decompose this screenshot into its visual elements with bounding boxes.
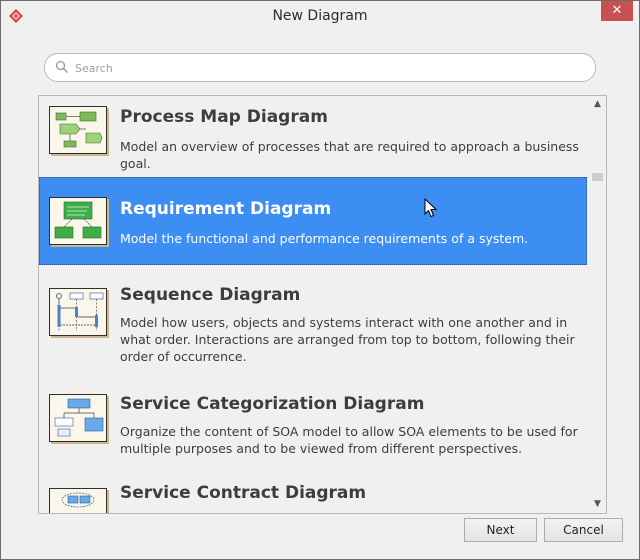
window-title: New Diagram	[272, 8, 368, 24]
process-map-diagram-icon	[49, 106, 107, 154]
item-description: Model how users, objects and systems int…	[120, 315, 575, 364]
service-contract-diagram-icon	[49, 488, 107, 513]
item-title: Requirement Diagram	[120, 199, 332, 219]
item-title: Process Map Diagram	[120, 107, 328, 127]
list-scrollbar[interactable]: ▲ ▼	[589, 96, 606, 513]
list-item-sequence-diagram[interactable]: Sequence Diagram Model how users, object…	[39, 266, 587, 372]
requirement-diagram-icon	[49, 197, 107, 245]
scroll-down-arrow-icon[interactable]: ▼	[589, 496, 606, 513]
sequence-diagram-icon	[49, 288, 107, 336]
service-categorization-diagram-icon	[49, 394, 107, 442]
search-icon	[55, 60, 69, 74]
search-box[interactable]	[44, 53, 596, 82]
list-item-service-contract-diagram[interactable]: Service Contract Diagram	[39, 464, 587, 513]
list-item-service-categorization-diagram[interactable]: Service Categorization Diagram Organize …	[39, 372, 587, 464]
dialog-content: Process Map Diagram Model an overview of…	[9, 32, 631, 552]
item-title: Service Contract Diagram	[120, 483, 367, 503]
cancel-button[interactable]: Cancel	[544, 518, 623, 542]
diagram-type-list[interactable]: Process Map Diagram Model an overview of…	[38, 95, 607, 514]
close-button[interactable]: ✕	[601, 1, 633, 21]
item-description: Organize the content of SOA model to all…	[120, 424, 578, 456]
next-button[interactable]: Next	[464, 518, 537, 542]
mouse-pointer-icon	[424, 198, 438, 218]
scrollbar-thumb[interactable]	[592, 173, 603, 181]
list-item-requirement-diagram[interactable]: Requirement Diagram Model the functional…	[39, 177, 587, 265]
search-input[interactable]	[73, 58, 577, 78]
item-description: Model an overview of processes that are …	[120, 139, 579, 171]
item-title: Service Categorization Diagram	[120, 394, 425, 414]
scroll-up-arrow-icon[interactable]: ▲	[589, 96, 606, 113]
item-title: Sequence Diagram	[120, 285, 301, 305]
new-diagram-dialog: New Diagram ✕ Search Process Map Diagram…	[0, 0, 640, 560]
title-bar: New Diagram ✕	[1, 1, 639, 32]
list-item-process-map-diagram[interactable]: Process Map Diagram Model an overview of…	[39, 96, 587, 176]
item-description: Model the functional and performance req…	[120, 231, 529, 246]
